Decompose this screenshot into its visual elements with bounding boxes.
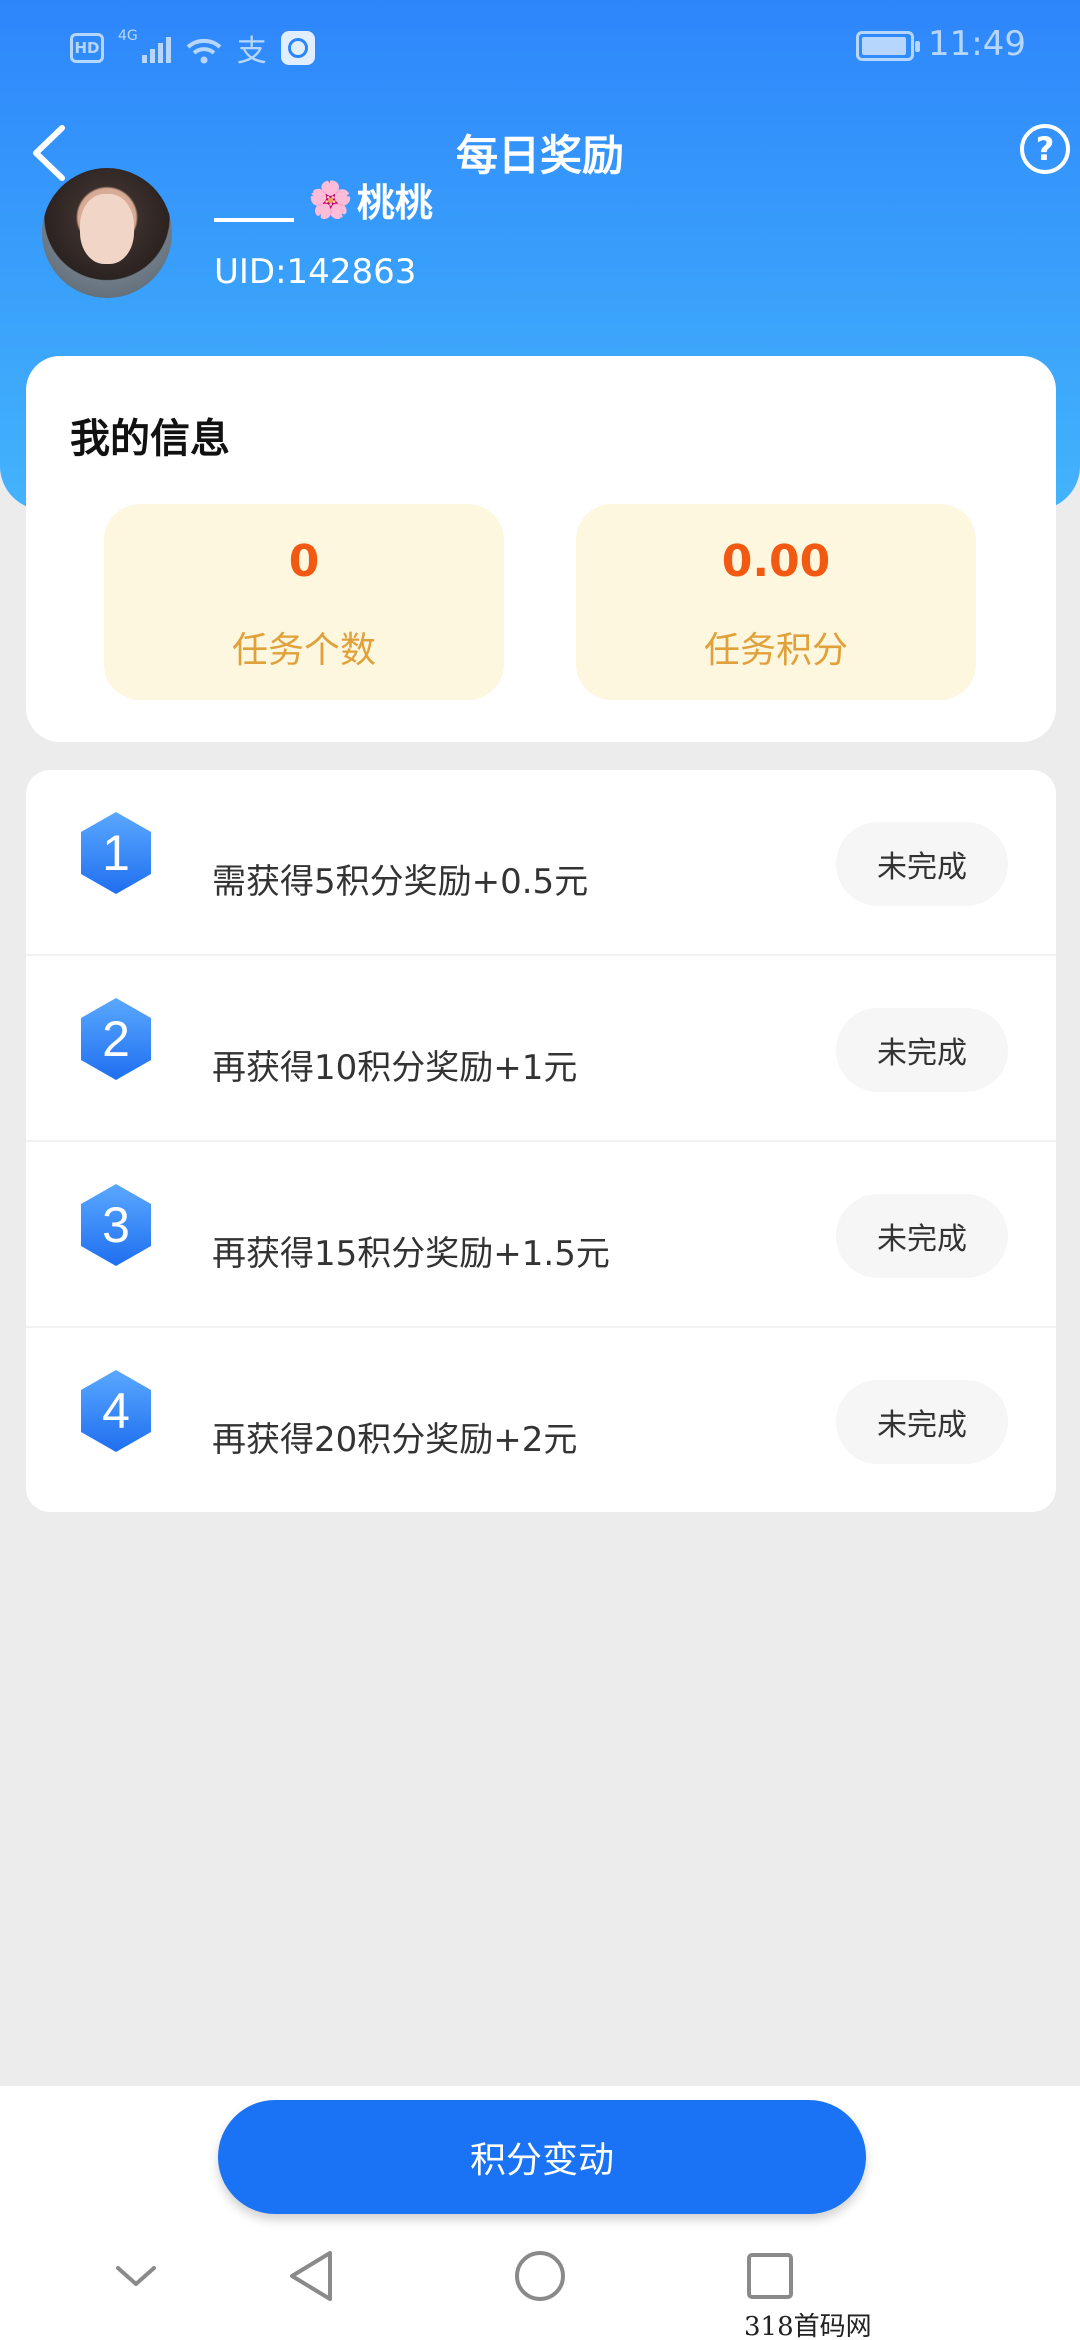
user-uid: UID:142863	[214, 252, 417, 292]
stat-label: 任务个数	[231, 630, 376, 671]
nav-recent-button[interactable]	[742, 2240, 798, 2312]
info-card: 我的信息 0 任务个数 0.00 任务积分	[26, 356, 1056, 742]
hexagon-number-icon: 1	[78, 810, 154, 896]
name-underline	[214, 217, 294, 222]
stat-label: 任务积分	[703, 630, 848, 671]
battery-icon	[856, 31, 920, 61]
task-status-button[interactable]: 未完成	[836, 1008, 1008, 1092]
task-number: 2	[102, 1011, 130, 1067]
task-row: 2 再获得10积分奖励+1元 未完成	[26, 956, 1056, 1142]
avatar[interactable]	[42, 168, 172, 298]
task-row: 3 再获得15积分奖励+1.5元 未完成	[26, 1142, 1056, 1328]
alipay-icon: 支	[236, 34, 267, 69]
square-recent-icon	[747, 2253, 793, 2299]
page-title: 每日奖励	[455, 131, 624, 180]
nav-back-button[interactable]	[282, 2240, 338, 2312]
nav-down-button[interactable]	[108, 2240, 164, 2312]
user-name-text: 桃桃	[356, 181, 433, 225]
task-text: 需获得5积分奖励+0.5元	[212, 862, 589, 902]
signal-icon	[141, 33, 171, 63]
hexagon-number-icon: 2	[78, 996, 154, 1082]
task-number: 4	[102, 1383, 130, 1439]
watermark: 318首码网 www.e318.com	[738, 2306, 1080, 2340]
wifi-icon	[185, 34, 223, 64]
task-status-button[interactable]: 未完成	[836, 822, 1008, 906]
task-status-button[interactable]: 未完成	[836, 1194, 1008, 1278]
help-button[interactable]: ?	[1020, 124, 1070, 174]
hd-icon: HD	[70, 33, 104, 63]
chevron-down-icon	[116, 2266, 156, 2286]
task-row: 4 再获得20积分奖励+2元 未完成	[26, 1328, 1056, 1512]
stat-task-points: 0.00 任务积分	[576, 504, 976, 700]
task-number: 1	[102, 825, 130, 881]
info-title: 我的信息	[70, 406, 240, 466]
stat-value: 0.00	[721, 536, 831, 587]
circle-home-icon	[515, 2251, 565, 2301]
app-notification-icon	[280, 31, 315, 65]
task-text: 再获得10积分奖励+1元	[212, 1048, 578, 1088]
status-bar: HD 4G 支 11:49	[0, 0, 1080, 92]
stat-task-count: 0 任务个数	[104, 504, 504, 700]
clock: 11:49	[928, 24, 1026, 64]
task-number: 3	[102, 1197, 130, 1253]
question-circle-icon: ?	[1035, 130, 1055, 168]
points-change-button[interactable]: 积分变动	[218, 2100, 866, 2214]
hexagon-number-icon: 4	[78, 1368, 154, 1454]
triangle-back-icon	[290, 2251, 332, 2301]
task-list: 1 需获得5积分奖励+0.5元 未完成 2 再获得10积分奖励+1元 未完成 3…	[26, 770, 1056, 1512]
network-type: 4G	[118, 28, 138, 44]
task-status-button[interactable]: 未完成	[836, 1380, 1008, 1464]
status-icons: HD 4G 支	[70, 26, 315, 70]
flower-icon: 🌸	[308, 179, 353, 221]
task-row: 1 需获得5积分奖励+0.5元 未完成	[26, 770, 1056, 956]
user-name: 🌸 桃桃	[214, 172, 433, 227]
hexagon-number-icon: 3	[78, 1182, 154, 1268]
stat-value: 0	[288, 536, 320, 587]
task-text: 再获得15积分奖励+1.5元	[212, 1234, 610, 1274]
nav-home-button[interactable]	[512, 2240, 568, 2312]
task-text: 再获得20积分奖励+2元	[212, 1420, 578, 1460]
